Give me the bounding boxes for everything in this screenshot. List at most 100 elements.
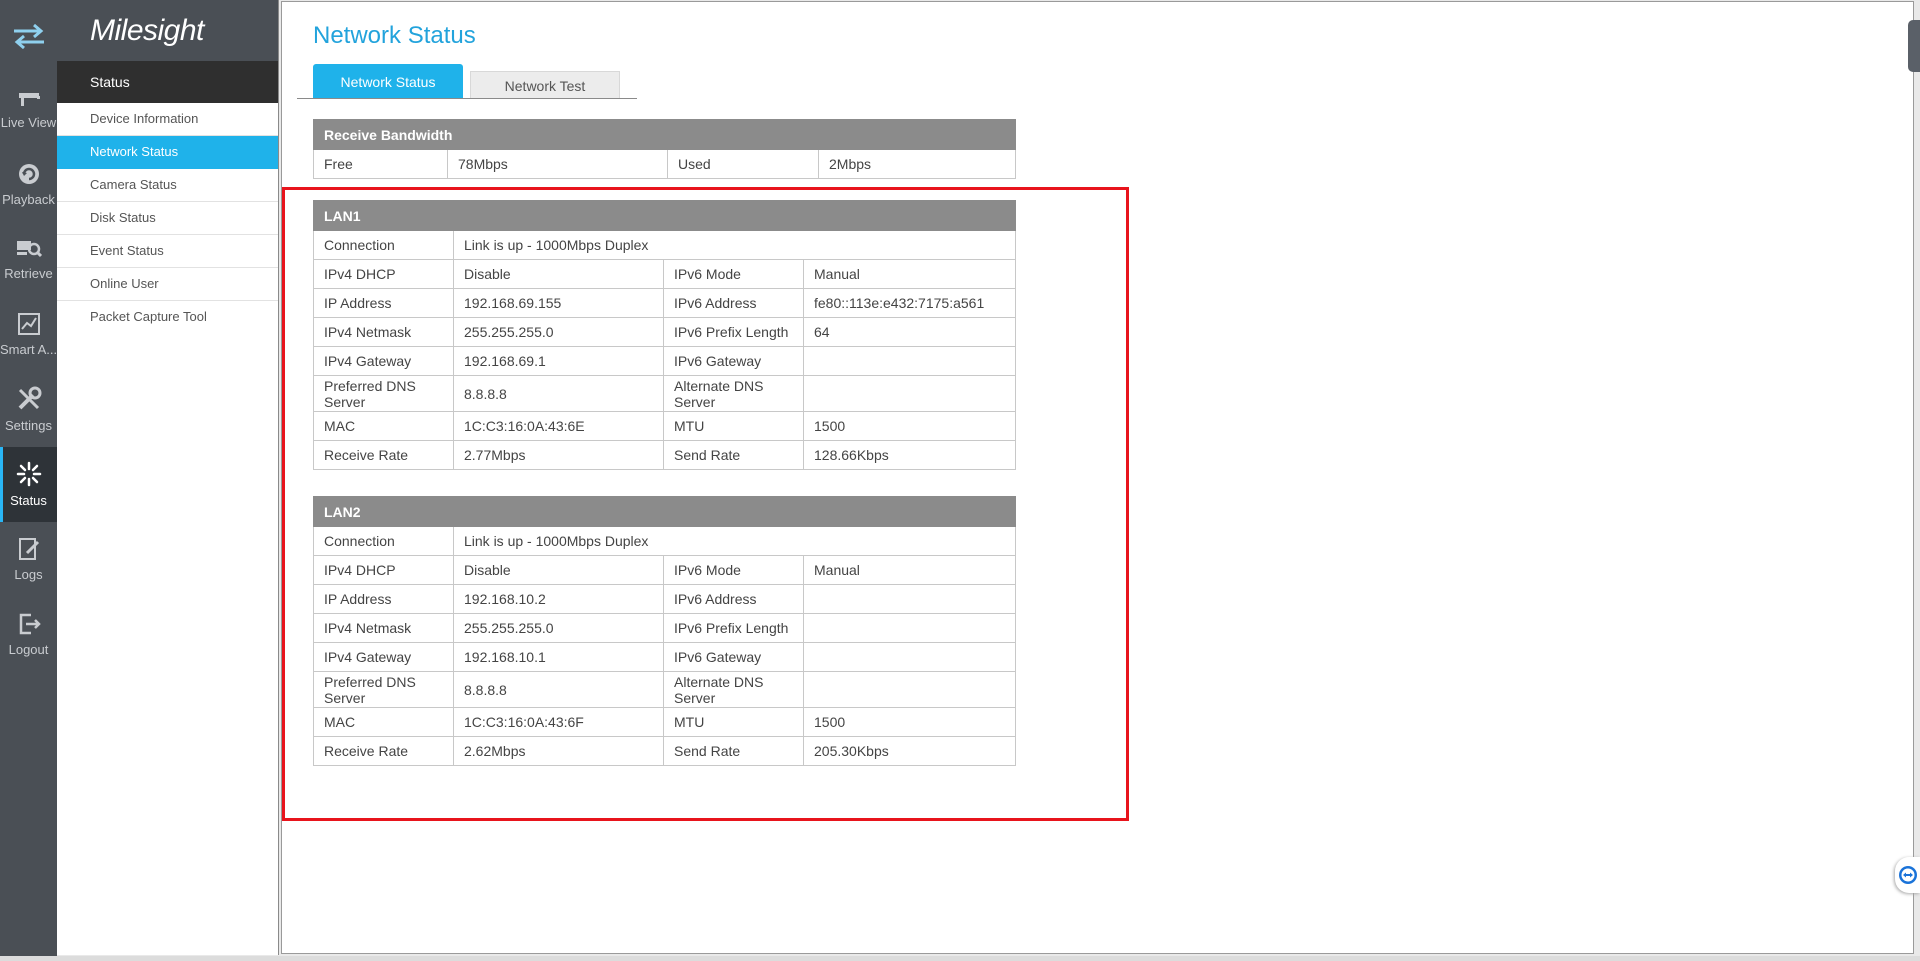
table-row: Connection Link is up - 1000Mbps Duplex: [313, 230, 1016, 260]
cell-label: IPv6 Prefix Length: [663, 613, 804, 643]
table-row: MAC 1C:C3:16:0A:43:6F MTU 1500: [313, 707, 1016, 737]
cell-label: IPv4 Netmask: [313, 613, 454, 643]
cell-label: IPv6 Prefix Length: [663, 317, 804, 347]
cell-value: 8.8.8.8: [453, 375, 664, 412]
submenu-item-packet-capture-tool[interactable]: Packet Capture Tool: [57, 301, 278, 333]
cell-value: [803, 613, 1016, 643]
cell-label: Connection: [313, 526, 454, 556]
cell-label: MAC: [313, 707, 454, 737]
cell-value: Manual: [803, 259, 1016, 289]
settings-icon: [18, 386, 41, 410]
cell-label: IP Address: [313, 584, 454, 614]
rail-item-logout[interactable]: Logout: [0, 597, 57, 672]
cell-label: IPv6 Gateway: [663, 642, 804, 672]
cell-value: 1C:C3:16:0A:43:6E: [453, 411, 664, 441]
cell-label: Receive Rate: [313, 736, 454, 766]
submenu-item-device-information[interactable]: Device Information: [57, 103, 278, 136]
rail-item-label: Logs: [14, 567, 43, 582]
submenu-item-event-status[interactable]: Event Status: [57, 235, 278, 268]
cell-label: Alternate DNS Server: [663, 671, 804, 708]
status-submenu: Milesight Status Device Information Netw…: [57, 0, 279, 955]
cell-value: 8.8.8.8: [453, 671, 664, 708]
cell-label: IPv4 DHCP: [313, 555, 454, 585]
menu-toggle-button[interactable]: [0, 0, 57, 72]
table-row: Free 78Mbps Used 2Mbps: [313, 149, 1016, 179]
cell-value: 1500: [803, 411, 1016, 441]
side-handle[interactable]: [1908, 20, 1920, 72]
submenu-item-network-status[interactable]: Network Status: [57, 136, 278, 169]
submenu-header: Status: [57, 61, 278, 103]
cell-value: [803, 642, 1016, 672]
icon-rail: Live View Playback Retrieve Smart A... S…: [0, 0, 57, 956]
cell-label: IPv6 Gateway: [663, 346, 804, 376]
table-row: Receive Rate 2.77Mbps Send Rate 128.66Kb…: [313, 440, 1016, 470]
cell-label: IPv4 Gateway: [313, 346, 454, 376]
cell-value: 1500: [803, 707, 1016, 737]
cell-label: Send Rate: [663, 440, 804, 470]
rail-item-live-view[interactable]: Live View: [0, 72, 57, 147]
cell-value: 2Mbps: [818, 149, 1016, 179]
cell-value: 2.77Mbps: [453, 440, 664, 470]
submenu-item-camera-status[interactable]: Camera Status: [57, 169, 278, 202]
cell-value: 192.168.69.1: [453, 346, 664, 376]
table-row: IPv4 Netmask 255.255.255.0 IPv6 Prefix L…: [313, 613, 1016, 643]
cell-label: Receive Rate: [313, 440, 454, 470]
rail-item-settings[interactable]: Settings: [0, 372, 57, 447]
rail-item-status[interactable]: Status: [0, 447, 57, 522]
cell-label: IPv6 Address: [663, 288, 804, 318]
rail-item-label: Status: [10, 493, 47, 508]
live-view-icon: [18, 93, 40, 106]
logs-icon: [18, 538, 39, 560]
table-header: Receive Bandwidth: [313, 119, 1016, 150]
cell-value: [803, 671, 1016, 708]
rail-item-retrieve[interactable]: Retrieve: [0, 222, 57, 297]
receive-bandwidth-table: Receive Bandwidth Free 78Mbps Used 2Mbps: [313, 119, 1016, 179]
rail-item-logs[interactable]: Logs: [0, 522, 57, 597]
rail-item-smart-analytics[interactable]: Smart A...: [0, 297, 57, 372]
status-icon: [16, 461, 41, 487]
cell-value: 2.62Mbps: [453, 736, 664, 766]
cell-value: Disable: [453, 259, 664, 289]
remote-support-button[interactable]: [1895, 857, 1920, 893]
smart-analytics-icon: [17, 313, 40, 335]
table-header: LAN1: [313, 200, 1016, 231]
table-row: Preferred DNS Server 8.8.8.8 Alternate D…: [313, 375, 1016, 412]
rail-item-label: Logout: [8, 642, 49, 657]
rail-item-label: Smart A...: [0, 342, 57, 357]
cell-label: Preferred DNS Server: [313, 671, 454, 708]
playback-icon: [18, 164, 39, 184]
swap-arrows-icon: [13, 23, 44, 49]
tab-network-test[interactable]: Network Test: [470, 71, 620, 98]
cell-value: 1C:C3:16:0A:43:6F: [453, 707, 664, 737]
cell-value: [803, 346, 1016, 376]
submenu-item-disk-status[interactable]: Disk Status: [57, 202, 278, 235]
brand-logo: Milesight: [57, 0, 278, 61]
page-title: Network Status: [313, 22, 476, 49]
cell-value: Manual: [803, 555, 1016, 585]
table-row: IP Address 192.168.69.155 IPv6 Address f…: [313, 288, 1016, 318]
cell-value: [803, 584, 1016, 614]
rail-item-playback[interactable]: Playback: [0, 147, 57, 222]
cell-label: IPv6 Mode: [663, 259, 804, 289]
table-row: Connection Link is up - 1000Mbps Duplex: [313, 526, 1016, 556]
cell-value: 192.168.69.155: [453, 288, 664, 318]
tab-network-status[interactable]: Network Status: [313, 64, 463, 98]
tab-bar: Network Status Network Test: [297, 64, 637, 99]
lan1-table: LAN1 Connection Link is up - 1000Mbps Du…: [313, 200, 1016, 470]
lan2-table: LAN2 Connection Link is up - 1000Mbps Du…: [313, 496, 1016, 766]
cell-label: Preferred DNS Server: [313, 375, 454, 412]
submenu-item-online-user[interactable]: Online User: [57, 268, 278, 301]
cell-label: Send Rate: [663, 736, 804, 766]
cell-label: IPv6 Address: [663, 584, 804, 614]
table-row: MAC 1C:C3:16:0A:43:6E MTU 1500: [313, 411, 1016, 441]
cell-value: 78Mbps: [447, 149, 668, 179]
cell-label: MAC: [313, 411, 454, 441]
cell-value: 192.168.10.2: [453, 584, 664, 614]
cell-value: 192.168.10.1: [453, 642, 664, 672]
cell-label: Used: [667, 149, 819, 179]
rail-item-label: Playback: [2, 192, 55, 207]
cell-value: 128.66Kbps: [803, 440, 1016, 470]
table-header: LAN2: [313, 496, 1016, 527]
cell-label: IPv4 Gateway: [313, 642, 454, 672]
cell-label: Free: [313, 149, 448, 179]
